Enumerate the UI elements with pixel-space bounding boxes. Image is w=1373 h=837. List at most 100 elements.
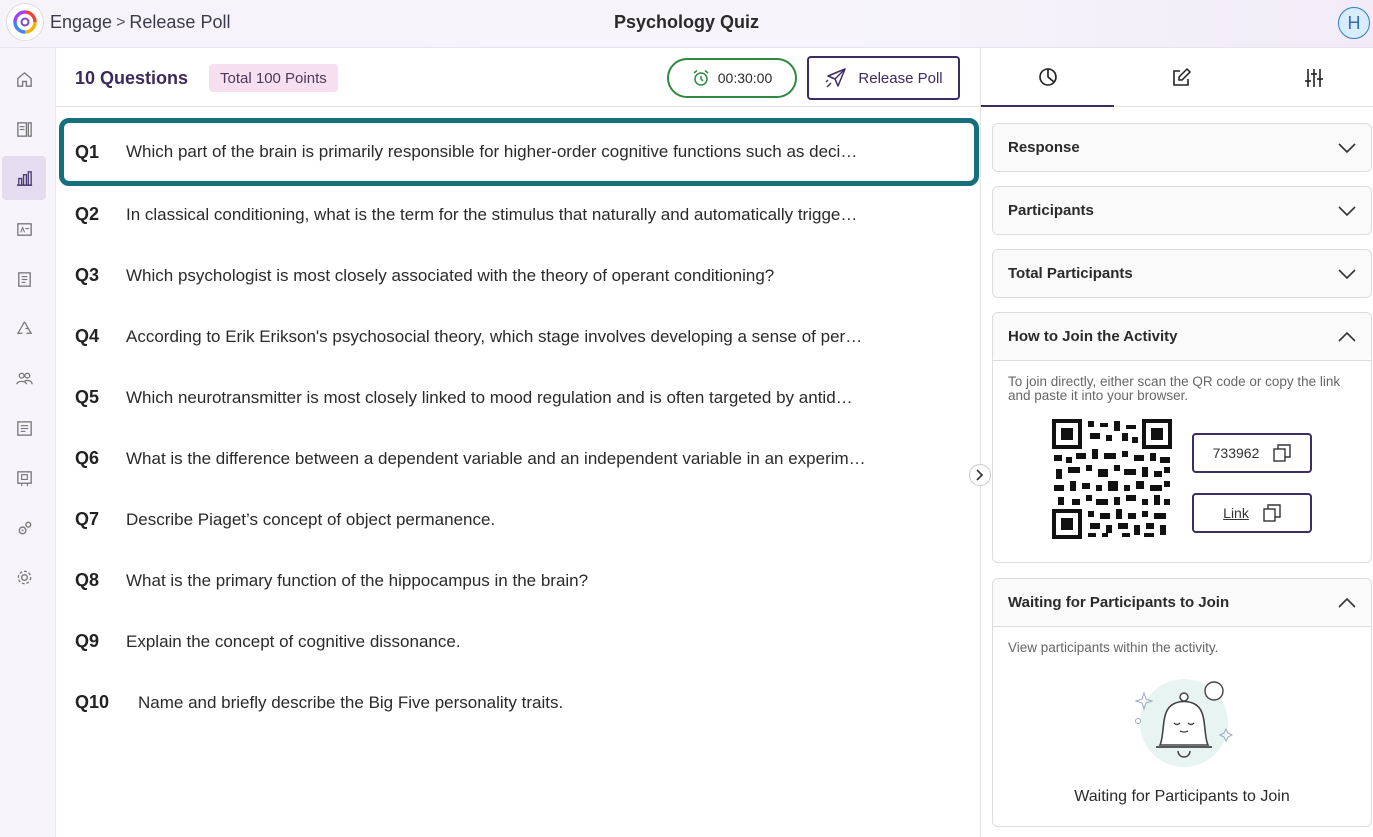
chevron-up-icon bbox=[1338, 331, 1356, 342]
question-text: Which part of the brain is primarily res… bbox=[126, 142, 858, 161]
response-accordion[interactable]: Response bbox=[992, 123, 1372, 172]
app-logo[interactable] bbox=[6, 3, 44, 41]
join-instructions: To join directly, either scan the QR cod… bbox=[1008, 374, 1341, 403]
question-number: Q4 bbox=[75, 326, 100, 346]
main-content: 10 Questions Total 100 Points 00:30:00 R… bbox=[56, 48, 980, 837]
avatar[interactable]: H bbox=[1338, 7, 1370, 39]
chevron-down-icon bbox=[1338, 268, 1356, 279]
collapse-panel-button[interactable] bbox=[969, 464, 991, 486]
question-text: Describe Piaget’s concept of object perm… bbox=[126, 509, 496, 529]
sidebar-item-library[interactable] bbox=[2, 107, 46, 151]
breadcrumb: Engage > Release Poll bbox=[50, 12, 230, 33]
library-icon bbox=[16, 121, 32, 137]
join-activity-accordion: How to Join the Activity To join directl… bbox=[992, 312, 1372, 563]
question-row[interactable]: Q1 Which part of the brain is primarily … bbox=[59, 118, 979, 186]
participants-title: Participants bbox=[1008, 202, 1094, 219]
question-row[interactable]: Q6 What is the difference between a depe… bbox=[56, 428, 980, 489]
release-poll-label: Release Poll bbox=[858, 69, 943, 87]
question-text: According to Erik Erikson's psychosocial… bbox=[126, 326, 863, 346]
presentation-icon bbox=[16, 470, 32, 486]
question-row[interactable]: Q5 Which neurotransmitter is most closel… bbox=[56, 367, 980, 428]
breadcrumb-page: Release Poll bbox=[129, 12, 231, 32]
total-participants-title: Total Participants bbox=[1008, 265, 1133, 282]
sidebar-item-notebook[interactable] bbox=[2, 257, 46, 301]
sidebar-item-recycle[interactable] bbox=[2, 306, 46, 350]
question-text: What is the difference between a depende… bbox=[126, 448, 866, 468]
waiting-participants-body: View participants within the activity. W… bbox=[993, 626, 1371, 826]
chevron-down-icon bbox=[1338, 142, 1356, 153]
tab-settings[interactable] bbox=[1247, 48, 1373, 107]
join-activity-header[interactable]: How to Join the Activity bbox=[993, 313, 1371, 360]
sidebar-item-list[interactable] bbox=[2, 406, 46, 450]
recycle-icon bbox=[16, 321, 32, 334]
sidebar-item-reports[interactable] bbox=[2, 156, 46, 200]
question-row[interactable]: Q2 In classical conditioning, what is th… bbox=[56, 184, 980, 245]
question-text: Which psychologist is most closely assoc… bbox=[126, 265, 775, 285]
question-number: Q9 bbox=[75, 631, 100, 651]
question-number: Q10 bbox=[75, 692, 110, 712]
qr-code-icon[interactable] bbox=[1052, 419, 1172, 539]
bell-illustration-icon bbox=[1134, 679, 1234, 767]
question-number: Q1 bbox=[75, 141, 100, 162]
question-row[interactable]: Q7 Describe Piaget’s concept of object p… bbox=[56, 489, 980, 550]
question-number: Q5 bbox=[75, 387, 100, 407]
chevron-down-icon bbox=[1338, 205, 1356, 216]
join-link-button[interactable]: Link bbox=[1192, 493, 1312, 533]
question-text: In classical conditioning, what is the t… bbox=[126, 204, 858, 224]
question-row[interactable]: Q4 According to Erik Erikson's psychosoc… bbox=[56, 306, 980, 367]
total-participants-accordion[interactable]: Total Participants bbox=[992, 249, 1372, 298]
sidebar-item-home[interactable] bbox=[2, 57, 46, 101]
timer-value: 00:30:00 bbox=[717, 70, 773, 86]
reports-icon bbox=[16, 170, 32, 186]
waiting-participants-title: Waiting for Participants to Join bbox=[1008, 594, 1230, 611]
join-link: Link bbox=[1223, 505, 1249, 521]
join-activity-title: How to Join the Activity bbox=[1008, 328, 1178, 345]
join-activity-body: To join directly, either scan the QR cod… bbox=[993, 360, 1371, 562]
response-title: Response bbox=[1008, 139, 1080, 156]
waiting-participants-header[interactable]: Waiting for Participants to Join bbox=[993, 579, 1371, 626]
top-bar: Engage > Release Poll Psychology Quiz H bbox=[0, 0, 1373, 48]
right-panel: Response Participants Total Participants… bbox=[980, 48, 1373, 837]
tab-results[interactable] bbox=[981, 48, 1114, 107]
pie-chart-icon bbox=[1038, 67, 1057, 86]
question-text: Name and briefly describe the Big Five p… bbox=[138, 692, 564, 712]
join-code-button[interactable]: 733962 bbox=[1192, 433, 1312, 473]
question-row[interactable]: Q8 What is the primary function of the h… bbox=[56, 550, 980, 611]
question-text: Which neurotransmitter is most closely l… bbox=[126, 387, 853, 407]
join-code: 733962 bbox=[1212, 445, 1260, 461]
question-row[interactable]: Q10 Name and briefly describe the Big Fi… bbox=[56, 672, 980, 733]
chevron-up-icon bbox=[1338, 597, 1356, 608]
sidebar-item-presentation[interactable] bbox=[2, 456, 46, 500]
chevron-right-icon bbox=[976, 469, 984, 481]
sidebar-item-integrations[interactable] bbox=[2, 506, 46, 550]
home-icon bbox=[16, 71, 32, 87]
question-number: Q2 bbox=[75, 204, 100, 224]
question-number: Q3 bbox=[75, 265, 100, 285]
panel-tabs bbox=[981, 48, 1373, 107]
total-participants-header[interactable]: Total Participants bbox=[993, 250, 1371, 297]
copy-icon bbox=[1263, 504, 1281, 522]
waiting-caption: Waiting for Participants to Join bbox=[1074, 788, 1290, 805]
tab-edit[interactable] bbox=[1114, 48, 1247, 107]
slides-icon bbox=[16, 222, 32, 236]
sidebar-item-settings[interactable] bbox=[2, 555, 46, 599]
notebook-icon bbox=[17, 271, 31, 287]
copy-icon bbox=[1273, 444, 1292, 462]
edit-icon bbox=[1172, 67, 1191, 86]
release-poll-button[interactable]: Release Poll bbox=[807, 56, 960, 100]
sliders-icon bbox=[1304, 68, 1323, 87]
sidebar-item-users[interactable] bbox=[2, 356, 46, 400]
participants-accordion[interactable]: Participants bbox=[992, 186, 1372, 235]
waiting-subtitle: View participants within the activity. bbox=[1008, 640, 1219, 655]
question-count: 10 Questions bbox=[75, 68, 189, 88]
question-number: Q7 bbox=[75, 509, 100, 529]
sidebar-item-slides[interactable] bbox=[2, 207, 46, 251]
question-row[interactable]: Q3 Which psychologist is most closely as… bbox=[56, 245, 980, 306]
breadcrumb-app[interactable]: Engage bbox=[50, 12, 112, 33]
timer-button[interactable]: 00:30:00 bbox=[667, 58, 797, 98]
questions-header: 10 Questions Total 100 Points 00:30:00 R… bbox=[56, 48, 980, 107]
question-row[interactable]: Q9 Explain the concept of cognitive diss… bbox=[56, 611, 980, 672]
users-icon bbox=[15, 372, 33, 384]
participants-header[interactable]: Participants bbox=[993, 187, 1371, 234]
response-header[interactable]: Response bbox=[993, 124, 1371, 171]
